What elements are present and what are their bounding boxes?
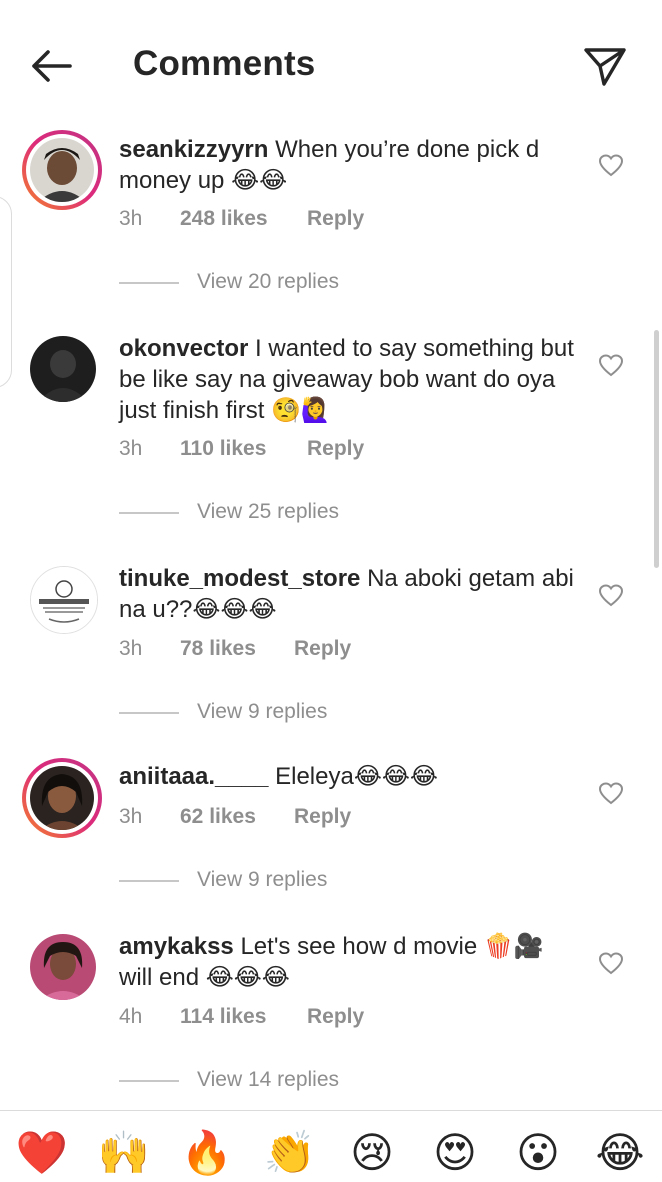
avatar[interactable] (22, 330, 102, 410)
scrollbar[interactable] (654, 330, 659, 568)
comment-time: 3h (119, 805, 143, 828)
emoji-raised-hands-icon[interactable]: 🙌 (96, 1125, 152, 1181)
like-heart-icon[interactable] (598, 782, 624, 806)
comment-text: tinuke_modest_store Na aboki getam abi n… (119, 563, 574, 625)
comment-text: aniitaaa.____ Eleleya😂😂😂 (119, 761, 574, 792)
avatar[interactable] (22, 928, 102, 1008)
like-heart-icon[interactable] (598, 952, 624, 976)
emoji-clapping-icon[interactable]: 👏 (262, 1125, 318, 1181)
comment-time: 3h (119, 207, 143, 230)
back-arrow-icon[interactable] (26, 44, 76, 90)
emoji-fire-icon[interactable]: 🔥 (179, 1125, 235, 1181)
avatar[interactable] (22, 130, 102, 210)
comment-username[interactable]: tinuke_modest_store (119, 565, 360, 592)
view-replies-label[interactable]: View 9 replies (197, 700, 327, 724)
reply-button[interactable]: Reply (307, 207, 364, 231)
emoji-crying-icon[interactable]: 😢 (344, 1125, 400, 1181)
view-replies-label[interactable]: View 20 replies (197, 270, 339, 294)
send-icon[interactable] (580, 42, 628, 88)
comment-likes[interactable]: 78 likes (180, 637, 256, 661)
page-title: Comments (133, 44, 316, 83)
emoji-reaction-bar: ❤️ 🙌 🔥 👏 😢 😍 😮 😂 (0, 1110, 662, 1182)
avatar[interactable] (22, 758, 102, 838)
view-replies-label[interactable]: View 9 replies (197, 868, 327, 892)
emoji-surprised-icon[interactable]: 😮 (510, 1125, 566, 1181)
comment-body: Eleleya😂😂😂 (275, 763, 438, 790)
emoji-laughing-icon[interactable]: 😂 (592, 1125, 648, 1181)
view-replies-label[interactable]: View 14 replies (197, 1068, 339, 1092)
reply-button[interactable]: Reply (294, 805, 351, 829)
comment-likes[interactable]: 62 likes (180, 805, 256, 829)
reply-button[interactable]: Reply (307, 1005, 364, 1029)
emoji-heart-eyes-icon[interactable]: 😍 (427, 1125, 483, 1181)
avatar[interactable] (22, 560, 102, 640)
reply-button[interactable]: Reply (294, 637, 351, 661)
comment-text: seankizzyyrn When you’re done pick d mon… (119, 134, 574, 196)
side-edge-handle[interactable] (0, 196, 12, 388)
like-heart-icon[interactable] (598, 354, 624, 378)
emoji-heart-icon[interactable]: ❤️ (14, 1125, 70, 1181)
comment-time: 3h (119, 437, 143, 460)
comment-username[interactable]: amykakss (119, 933, 234, 960)
header-bar: Comments (0, 0, 662, 130)
comment-text: amykakss Let's see how d movie 🍿🎥 will e… (119, 931, 574, 993)
comment-likes[interactable]: 114 likes (180, 1005, 266, 1029)
view-replies-label[interactable]: View 25 replies (197, 500, 339, 524)
reply-button[interactable]: Reply (307, 437, 364, 461)
comment-username[interactable]: okonvector (119, 335, 248, 362)
like-heart-icon[interactable] (598, 154, 624, 178)
like-heart-icon[interactable] (598, 584, 624, 608)
comment-time: 3h (119, 637, 143, 660)
comment-likes[interactable]: 110 likes (180, 437, 266, 461)
comment-likes[interactable]: 248 likes (180, 207, 268, 231)
comment-username[interactable]: seankizzyyrn (119, 136, 268, 163)
comment-text: okonvector I wanted to say something but… (119, 333, 574, 426)
comment-time: 4h (119, 1005, 143, 1028)
comment-username[interactable]: aniitaaa.____ (119, 763, 268, 790)
